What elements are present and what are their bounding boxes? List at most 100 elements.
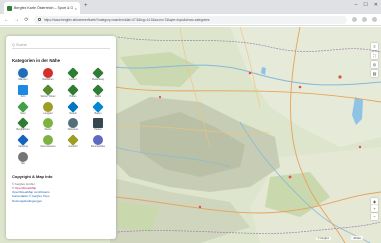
cycling-icon (43, 68, 53, 78)
category-label: Aussicht (68, 145, 78, 149)
extensions-icon[interactable] (362, 17, 367, 22)
hiking-icon (18, 68, 28, 78)
compass-control: ◈ (371, 198, 378, 205)
copyright-link[interactable]: Nutzungsbedingungen (12, 199, 110, 203)
category-radfahren[interactable]: Radfahren (37, 68, 59, 82)
category-label: Langlauf (43, 111, 53, 115)
categories-panel: Q Suche Kategorien in der Nähe Wandern Ra… (6, 36, 116, 239)
category-label: Seen (20, 111, 26, 115)
search-input[interactable]: Q Suche (12, 41, 110, 49)
category-label: Wetter (44, 128, 52, 132)
category-label: Rodeln (69, 111, 77, 115)
category-label: Bergbahnen (16, 128, 30, 132)
browser-toolbar: ← → ⟳ https://www.bergfex.at/sommer/kart… (0, 14, 381, 26)
category-label: Skitour Winter (40, 94, 56, 98)
category-mountainbike[interactable]: Mountainbike (87, 135, 109, 149)
category-rodeln[interactable]: Rodeln (62, 100, 84, 116)
category-skitour-winter[interactable]: Skitour Winter (37, 84, 59, 99)
category-label: Schi (20, 94, 26, 98)
category-label: Mountainbike (90, 145, 106, 149)
layers-icon[interactable]: ≡ (371, 43, 378, 50)
skitour-icon (42, 84, 54, 96)
close-tab-icon[interactable]: × (75, 6, 77, 11)
print-icon[interactable]: ▤ (371, 70, 378, 77)
category-seen[interactable]: Seen (12, 100, 34, 116)
category-label: Gipfel (94, 94, 102, 98)
browser-tab[interactable]: Bergfex Karte Österreich – Sport & Outdo… (4, 2, 80, 14)
category-langlauf[interactable]: Langlauf (37, 101, 59, 116)
reload-button[interactable]: ⟳ (24, 17, 29, 23)
webcam-icon (68, 118, 78, 129)
view-icon (67, 134, 79, 146)
category-label: Camping (18, 145, 28, 149)
mtb-icon (93, 135, 103, 146)
category-schi[interactable]: Schi (12, 84, 34, 99)
peak-icon (92, 84, 104, 96)
category-aussicht[interactable]: Aussicht (62, 134, 84, 149)
map-attribution: © bergfex (315, 237, 331, 240)
address-bar[interactable]: https://www.bergfex.at/sommer/karte/?cat… (34, 15, 347, 24)
category-label: Webcams (67, 128, 79, 132)
category-label: Parken (94, 128, 102, 132)
weather-icon (43, 118, 53, 129)
new-tab-button[interactable]: + (84, 3, 88, 9)
zoom-out-button[interactable]: − (371, 213, 378, 220)
category-parken[interactable]: Parken (87, 118, 109, 132)
category-label: Laufen (69, 78, 77, 81)
category-baden[interactable]: Baden (87, 100, 109, 116)
lock-icon (38, 18, 41, 21)
category-label: Hütten (69, 94, 77, 98)
zoom-in-button[interactable]: + (371, 205, 378, 212)
category-label: Alle (21, 161, 25, 165)
locate-icon[interactable]: ◎ (371, 61, 378, 68)
swim-icon (92, 100, 104, 113)
category-gipfel[interactable]: Gipfel (87, 84, 109, 99)
window-controls: – ☐ ✕ (355, 2, 378, 8)
close-window-icon[interactable]: ✕ (374, 2, 378, 8)
compass-icon[interactable]: ◈ (371, 198, 378, 205)
back-button[interactable]: ← (4, 17, 9, 23)
forward-button[interactable]: → (14, 17, 19, 23)
climbing-icon (92, 67, 104, 79)
category-label: Baden (94, 111, 102, 115)
minimize-icon[interactable]: – (355, 2, 358, 8)
zoom-controls: + − (371, 205, 378, 220)
category-hütten[interactable]: Hütten (62, 84, 84, 99)
sight-icon (43, 135, 53, 146)
copyright-heading: Copyright & Map Info (12, 173, 53, 179)
sled-icon (67, 100, 79, 113)
site-favicon-icon (7, 5, 12, 11)
category-label: Sehenswertes (40, 145, 56, 149)
category-klettersteig[interactable]: Klettersteig (87, 67, 109, 82)
parking-icon (93, 118, 103, 129)
panel-heading: Kategorien in der Nähe (12, 58, 61, 63)
map-scale: 20 km (351, 236, 363, 240)
running-icon (67, 67, 79, 79)
fullscreen-icon[interactable]: ⛶ (371, 52, 378, 59)
category-alle[interactable]: Alle (12, 151, 34, 166)
category-wandern[interactable]: Wandern (12, 68, 34, 82)
camping-icon (17, 134, 29, 146)
copyright-links: © bergfex GmbH © OpenStreetMap OpenStreetM… (12, 182, 110, 203)
all-icon (18, 151, 28, 162)
url-text: https://www.bergfex.at/sommer/karte/?cat… (44, 17, 210, 22)
category-sehenswertes[interactable]: Sehenswertes (37, 135, 59, 149)
tab-title: Bergfex Karte Österreich – Sport & Outdo… (14, 6, 73, 10)
category-bergbahnen[interactable]: Bergbahnen (12, 117, 34, 132)
profile-avatar[interactable] (372, 17, 377, 22)
category-label: Wandern (18, 78, 28, 81)
category-wetter[interactable]: Wetter (37, 118, 59, 132)
category-label: Radfahren (42, 78, 54, 81)
map-layer-controls: ≡ ⛶ ◎ ▤ (371, 43, 378, 77)
crosscountry-icon (43, 101, 53, 112)
browser-tab-bar: Bergfex Karte Österreich – Sport & Outdo… (0, 0, 381, 14)
bookmark-star-icon[interactable] (352, 17, 357, 22)
hut-icon (67, 84, 79, 96)
category-webcams[interactable]: Webcams (62, 118, 84, 132)
lake-icon (17, 100, 29, 113)
maximize-icon[interactable]: ☐ (363, 2, 367, 8)
category-camping[interactable]: Camping (12, 134, 34, 149)
category-label: Klettersteig (92, 78, 104, 81)
lift-icon (17, 117, 29, 130)
category-laufen[interactable]: Laufen (62, 67, 84, 82)
